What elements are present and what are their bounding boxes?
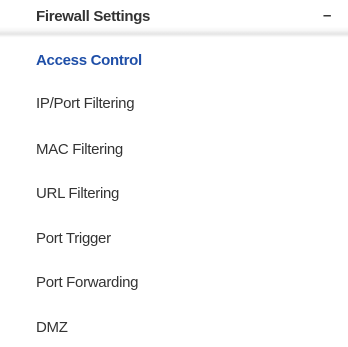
menu-item-port-trigger[interactable]: Port Trigger <box>36 230 111 247</box>
menu-item-ip-port-filtering[interactable]: IP/Port Filtering <box>36 95 135 112</box>
firewall-settings-menu: Firewall Settings – Access Control IP/Po… <box>0 0 348 347</box>
firewall-settings-header[interactable]: Firewall Settings – <box>0 0 348 38</box>
menu-item-dmz[interactable]: DMZ <box>36 319 68 336</box>
collapse-minus-icon[interactable]: – <box>323 7 331 24</box>
header-divider <box>0 31 348 37</box>
section-title: Firewall Settings <box>36 8 151 25</box>
menu-item-mac-filtering[interactable]: MAC Filtering <box>36 141 123 158</box>
menu-item-port-forwarding[interactable]: Port Forwarding <box>36 274 139 291</box>
menu-item-url-filtering[interactable]: URL Filtering <box>36 185 119 202</box>
menu-item-access-control[interactable]: Access Control <box>36 52 142 69</box>
